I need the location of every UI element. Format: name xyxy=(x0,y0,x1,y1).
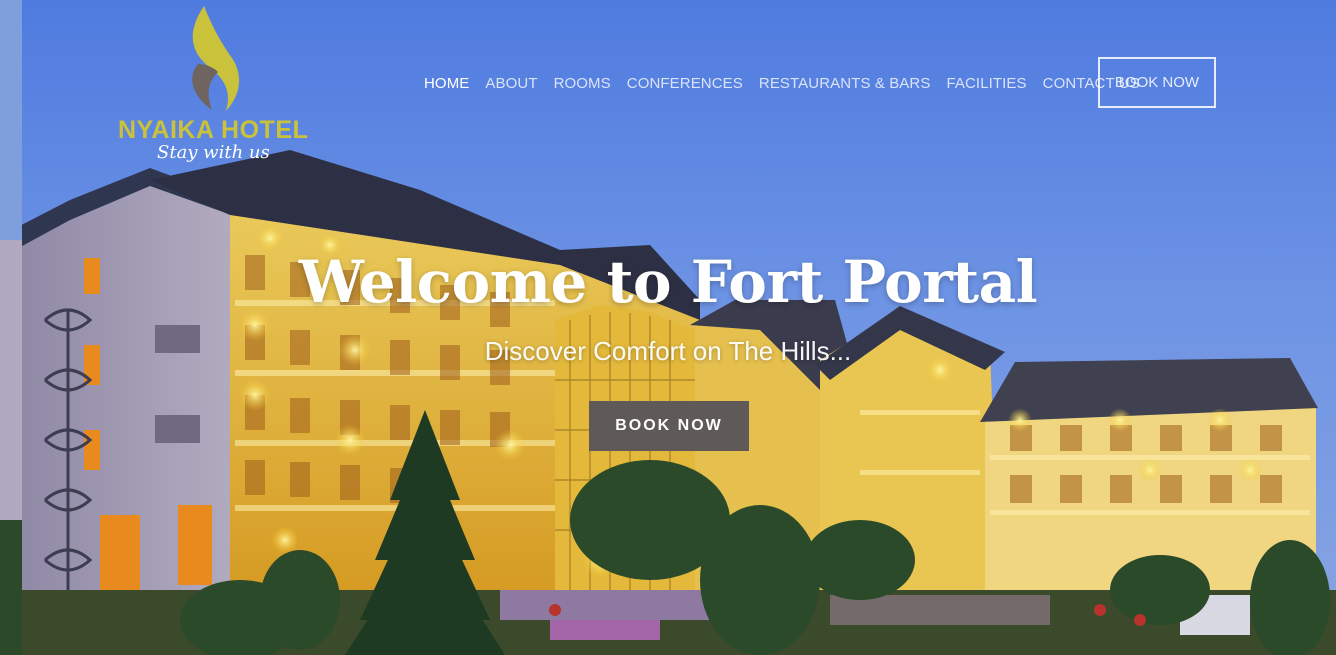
nav-item-restaurants-bars[interactable]: RESTAURANTS & BARS xyxy=(759,75,931,92)
nav-item-conferences[interactable]: CONFERENCES xyxy=(627,75,743,92)
brand-name: NYAIKA HOTEL xyxy=(118,116,309,144)
hero-subtitle: Discover Comfort on The Hills... xyxy=(484,336,852,366)
main-navigation: HOME ABOUT ROOMS CONFERENCES RESTAURANTS… xyxy=(424,72,1156,94)
hero-book-now-button[interactable]: BOOK NOW xyxy=(589,401,749,451)
hero-title: Welcome to Fort Portal xyxy=(298,248,1038,316)
nav-item-home[interactable]: HOME xyxy=(424,75,469,92)
flame-logo-icon xyxy=(192,6,240,111)
header-book-now-button[interactable]: BOOK NOW xyxy=(1098,57,1216,108)
brand-tagline: Stay with us xyxy=(157,142,270,163)
nav-item-rooms[interactable]: ROOMS xyxy=(554,75,611,92)
nav-item-facilities[interactable]: FACILITIES xyxy=(946,75,1026,92)
next-slide-preview xyxy=(0,0,22,655)
hotel-logo[interactable]: NYAIKA HOTEL Stay with us xyxy=(112,6,322,166)
nav-item-about[interactable]: ABOUT xyxy=(485,75,537,92)
